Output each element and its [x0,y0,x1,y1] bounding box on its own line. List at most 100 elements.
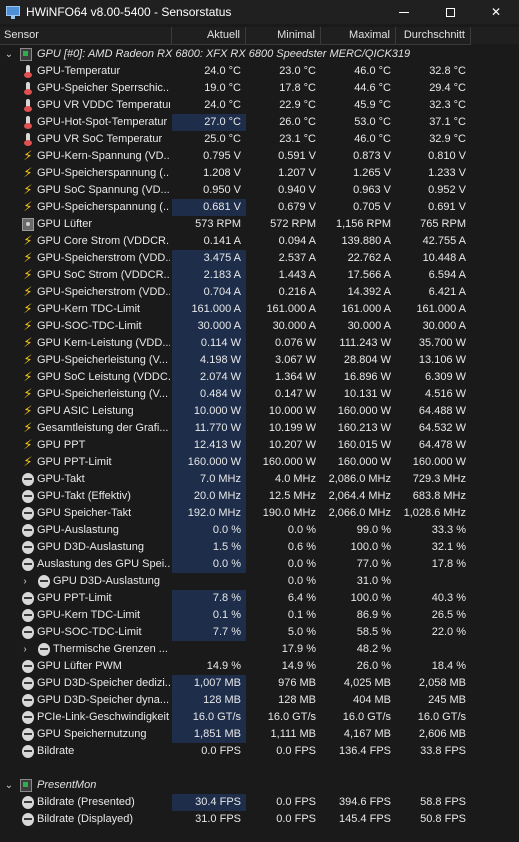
value-current: 128 MB [172,692,246,709]
value-maximum: 30.000 A [347,320,391,332]
value-maximum: 53.0 °C [354,116,391,128]
sensor-row[interactable]: GPU D3D-Speicher dyna... 128 MB 128 MB 404 … [0,692,471,709]
sensor-row[interactable]: ⚡ GPU Core Strom (VDDCR... 0.141 A 0.094 A 1… [0,233,471,250]
sensor-row[interactable]: GPU-Speicher Sperrschic... 19.0 °C 17.8 °C… [0,80,471,97]
sensor-row[interactable]: ⚡ GPU-Kern-Spannung (VD... 0.795 V 0.591 V 0… [0,148,471,165]
sensor-group-header[interactable]: ⌄ PresentMon [0,777,471,794]
chevron-down-icon[interactable]: ⌄ [4,777,14,794]
value-minimum: 0.0 FPS [276,745,316,757]
sensor-row[interactable]: GPU Lüfter PWM 14.9 % 14.9 % 26.0 % 18.4 % [0,658,471,675]
sensor-row[interactable]: GPU-Temperatur 24.0 °C 23.0 °C 46.0 °C 32.8 … [0,63,471,80]
value-average: 683.8 MHz [412,490,466,502]
sensor-row[interactable]: GPU VR SoC Temperatur 25.0 °C 23.1 °C 46.0 … [0,131,471,148]
close-button[interactable]: ✕ [473,0,519,24]
sensor-row[interactable]: GPU-Auslastung 0.0 % 0.0 % 99.0 % 33.3 % [0,522,471,539]
sensor-row[interactable]: GPU PPT-Limit 7.8 % 6.4 % 100.0 % 40.3 % [0,590,471,607]
sensor-label: GPU-Kern-Spannung (VD... [37,150,170,162]
usage-icon [22,677,34,690]
minimize-button[interactable] [381,0,427,24]
sensor-row[interactable]: ⚡ GPU SoC Leistung (VDDC... 2.074 W 1.364 W… [0,369,471,386]
sensor-row[interactable]: GPU Speicher-Takt 192.0 MHz 190.0 MHz 2,066… [0,505,471,522]
sensor-row[interactable]: Bildrate 0.0 FPS 0.0 FPS 136.4 FPS 33.8 FPS [0,743,471,760]
bolt-icon: ⚡ [23,370,33,385]
sensor-row[interactable]: GPU-Takt (Effektiv) 20.0 MHz 12.5 MHz 2,064… [0,488,471,505]
value-average: 64.532 W [418,422,466,434]
value-average: 32.8 °C [429,65,466,77]
sensor-label: GPU ASIC Leistung [37,405,134,417]
column-header-current[interactable]: Aktuell [172,27,246,44]
value-average: 2,606 MB [418,728,466,740]
value-current: 24.0 °C [204,65,241,77]
sensor-row[interactable]: GPU D3D-Auslastung 1.5 % 0.6 % 100.0 % 32.1 … [0,539,471,556]
value-maximum: 16.896 W [343,371,391,383]
value-current: 4.198 W [172,352,246,369]
sensor-row[interactable]: › GPU D3D-Auslastung 0.0 % 31.0 % [0,573,471,590]
value-current: 3.475 A [172,250,246,267]
sensor-row[interactable]: ⚡ GPU Kern-Leistung (VDD... 0.114 W 0.076 W… [0,335,471,352]
chip-icon [20,48,32,61]
sensor-label: GPU D3D-Auslastung [37,541,144,553]
value-average: 26.5 % [431,609,466,621]
title-bar: HWiNFO64 v8.00-5400 - Sensorstatus ✕ [0,0,519,24]
bolt-icon: ⚡ [23,455,33,470]
value-maximum: 45.9 °C [354,99,391,111]
sensor-row[interactable]: ⚡ GPU-SOC-TDC-Limit 30.000 A 30.000 A 30.000… [0,318,471,335]
sensor-row[interactable]: ⚡ Gesamtleistung der Grafi... 11.770 W 10.1… [0,420,471,437]
usage-icon [38,575,50,588]
value-minimum: 0.940 V [278,184,316,196]
value-maximum: 44.6 °C [354,82,391,94]
sensor-row[interactable]: GPU VR VDDC Temperatur 24.0 °C 22.9 °C 45.9… [0,97,471,114]
value-maximum: 0.873 V [353,150,391,162]
sensor-row[interactable]: ⚡ GPU ASIC Leistung 10.000 W 10.000 W 160.00… [0,403,471,420]
bolt-icon: ⚡ [23,251,33,266]
thermometer-icon [22,99,34,112]
maximize-button[interactable] [427,0,473,24]
sensor-row[interactable]: GPU Speichernutzung 1,851 MB 1,111 MB 4,167… [0,726,471,743]
sensor-row[interactable]: GPU D3D-Speicher dedizi... 1,007 MB 976 MB… [0,675,471,692]
value-current: 0.0 FPS [201,745,241,757]
sensor-row[interactable]: GPU Lüfter 573 RPM 572 RPM 1,156 RPM 765 RPM [0,216,471,233]
sensor-row[interactable]: ⚡ GPU-Speicherleistung (V... 0.484 W 0.147 … [0,386,471,403]
sensor-row[interactable]: ⚡ GPU PPT-Limit 160.000 W 160.000 W 160.000 … [0,454,471,471]
sensor-row[interactable]: ⚡ GPU SoC Strom (VDDCR... 2.183 A 1.443 A 17… [0,267,471,284]
sensor-row[interactable]: GPU-Takt 7.0 MHz 4.0 MHz 2,086.0 MHz 729.3 M… [0,471,471,488]
value-maximum: 16.0 GT/s [342,711,391,723]
sensor-row[interactable]: PCIe-Link-Geschwindigkeit 16.0 GT/s 16.0 G… [0,709,471,726]
sensor-row[interactable]: GPU-SOC-TDC-Limit 7.7 % 5.0 % 58.5 % 22.0 % [0,624,471,641]
value-maximum: 17.566 A [347,269,391,281]
sensor-row[interactable]: ⚡ GPU-Speicherspannung (... 1.208 V 1.207 V… [0,165,471,182]
column-header-sensor[interactable]: Sensor [0,27,172,44]
sensor-row[interactable]: ⚡ GPU PPT 12.413 W 10.207 W 160.015 W 64.478 … [0,437,471,454]
value-current: 11.770 W [172,420,246,437]
column-header-average[interactable]: Durchschnitt [396,27,471,44]
sensor-row[interactable]: Bildrate (Displayed) 31.0 FPS 0.0 FPS 145.4… [0,811,471,828]
value-minimum: 12.5 MHz [268,490,316,502]
value-maximum: 100.0 % [350,541,391,553]
value-maximum: 48.2 % [356,643,391,655]
value-maximum: 2,066.0 MHz [328,507,391,519]
sensor-row[interactable]: ⚡ GPU-Kern TDC-Limit 161.000 A 161.000 A 161… [0,301,471,318]
column-header-minimum[interactable]: Minimal [246,27,321,44]
sensor-group-header[interactable]: ⌄ GPU [#0]: AMD Radeon RX 6800: XFX RX 68… [0,46,471,63]
sensor-row[interactable]: ⚡ GPU-Speicherspannung (... 0.681 V 0.679 V… [0,199,471,216]
clock-icon [22,490,34,503]
chevron-down-icon[interactable]: ⌄ [4,46,14,63]
chevron-right-icon[interactable]: › [20,641,30,658]
sensor-row[interactable]: ⚡ GPU-Speicherstrom (VDD... 3.475 A 2.537 A… [0,250,471,267]
usage-icon [38,643,50,656]
chevron-right-icon[interactable]: › [20,573,30,590]
sensor-row[interactable]: Auslastung des GPU Spei... 0.0 % 0.0 % 77.0… [0,556,471,573]
sensor-row[interactable]: Bildrate (Presented) 30.4 FPS 0.0 FPS 394.6… [0,794,471,811]
sensor-row[interactable]: › Thermische Grenzen ... 17.9 % 48.2 % [0,641,471,658]
sensor-row[interactable]: ⚡ GPU SoC Spannung (VD... 0.950 V 0.940 V 0.… [0,182,471,199]
sensor-label: GPU-Takt [37,473,85,485]
column-header-maximum[interactable]: Maximal [321,27,396,44]
chip-icon [20,779,32,792]
sensor-row[interactable]: GPU-Hot-Spot-Temperatur 27.0 °C 26.0 °C 53.… [0,114,471,131]
sensor-row[interactable]: ⚡ GPU-Speicherleistung (V... 4.198 W 3.067 … [0,352,471,369]
bolt-icon: ⚡ [23,268,33,283]
value-current: 1,851 MB [172,726,246,743]
sensor-row[interactable]: GPU-Kern TDC-Limit 0.1 % 0.1 % 86.9 % 26.5 % [0,607,471,624]
sensor-row[interactable]: ⚡ GPU-Speicherstrom (VDD... 0.704 A 0.216 A… [0,284,471,301]
value-average: 32.1 % [431,541,466,553]
